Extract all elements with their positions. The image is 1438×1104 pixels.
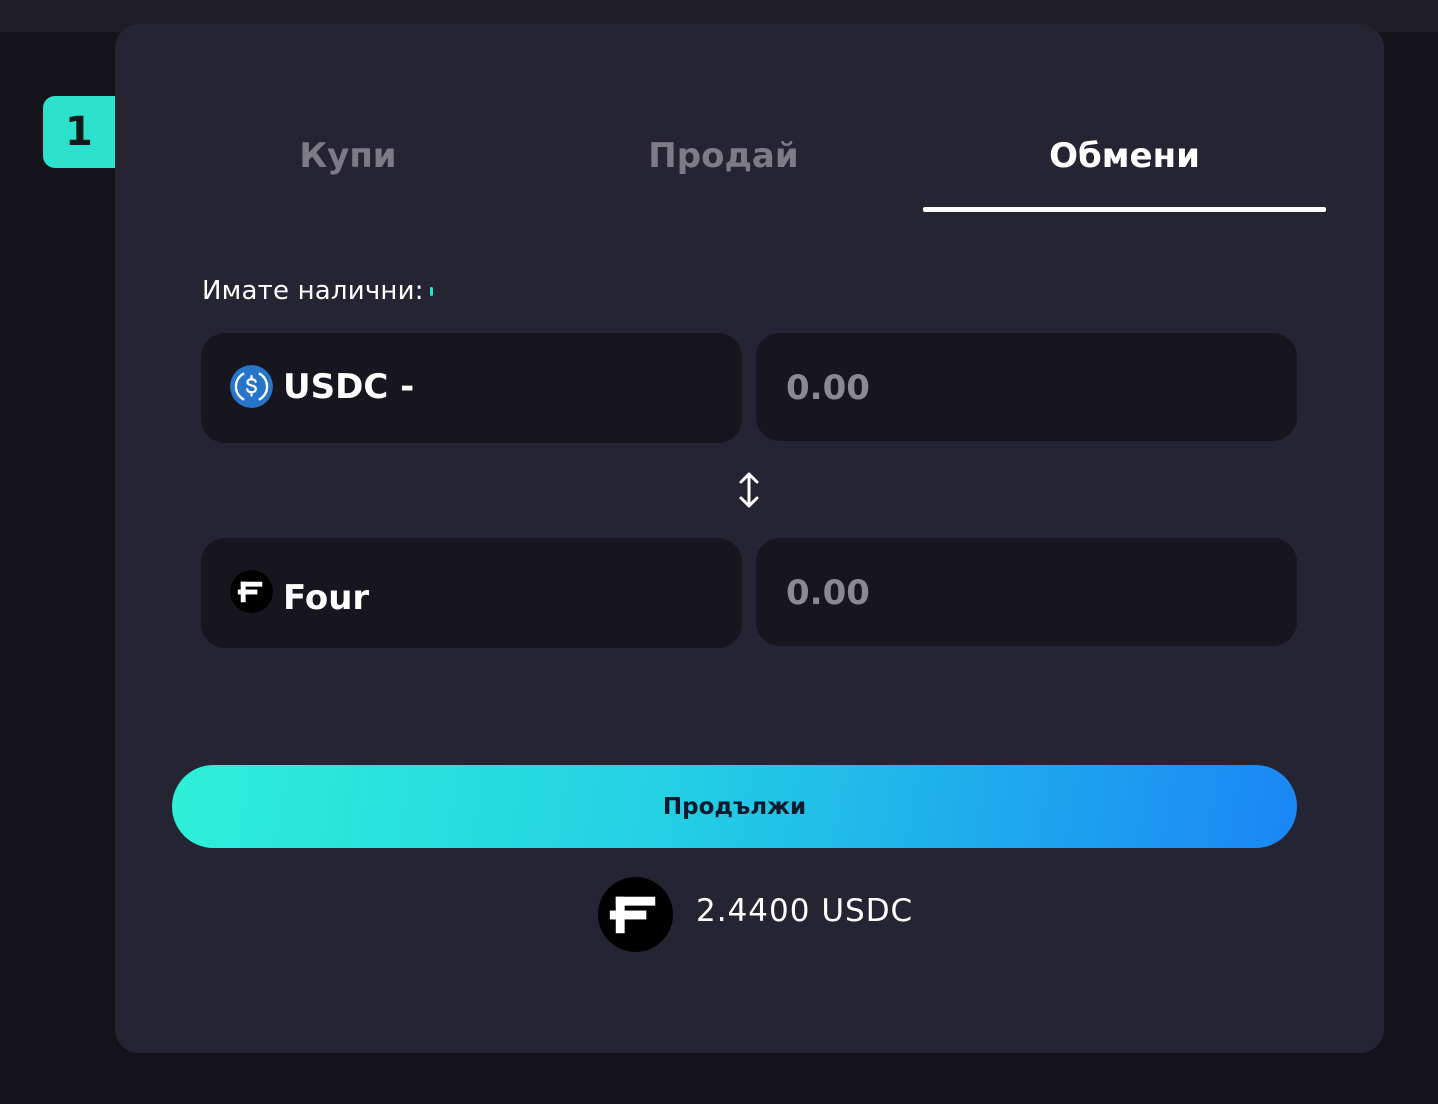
balance-loading-indicator [429,287,433,296]
trade-tabs: Купи Продай Обмени [160,118,1326,212]
swap-vertical-icon[interactable] [733,470,765,510]
step-badge: 1 [43,96,123,168]
tab-buy-label: Купи [299,136,397,176]
four-token-icon [598,877,673,952]
to-amount-field [756,538,1297,646]
available-balance: Имате налични: [202,276,433,306]
tab-exchange[interactable]: Обмени [923,118,1326,212]
usdc-icon [230,365,273,408]
to-amount-input[interactable] [784,564,1268,622]
from-amount-field [756,333,1297,441]
from-token-label: USDC - [283,367,415,407]
to-token-select[interactable]: Four [201,538,742,648]
continue-button[interactable]: Продължи [172,765,1297,848]
tab-buy[interactable]: Купи [160,118,536,212]
from-amount-input[interactable] [784,359,1268,417]
from-token-select[interactable]: USDC - [201,333,742,443]
tab-sell-label: Продай [648,136,799,176]
to-token-label: Four [283,578,370,618]
tab-sell[interactable]: Продай [536,118,911,212]
tab-exchange-label: Обмени [1049,136,1200,176]
available-balance-label: Имате налични: [202,276,424,306]
four-token-icon [230,570,273,613]
exchange-rate-text: 2.4400 USDC [696,893,914,929]
